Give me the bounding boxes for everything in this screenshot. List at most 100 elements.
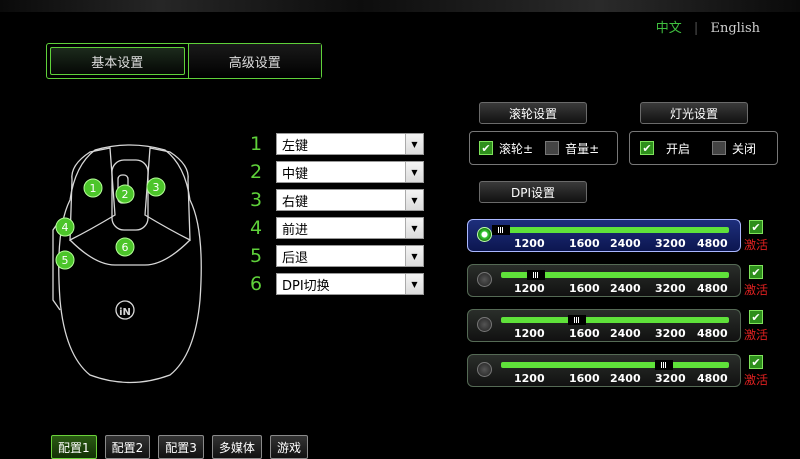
light-options: ✔ 开启 关闭	[629, 131, 778, 165]
dpi-slider-track[interactable]	[501, 317, 729, 323]
marker-5[interactable]: 5	[55, 250, 75, 270]
dpi-tick-label: 1600	[569, 237, 600, 250]
dpi-slider-track[interactable]	[501, 362, 729, 368]
scroll-wheel-checkbox[interactable]: ✔	[479, 141, 493, 155]
marker-6-label: 6	[122, 241, 129, 254]
scroll-wheel-label: 滚轮±	[499, 141, 534, 156]
lang-english-link[interactable]: English	[710, 21, 760, 36]
dpi-activate-label: 激活	[744, 328, 769, 342]
key-2-value: 中键	[282, 166, 309, 182]
key-1-select[interactable]: 左键 ▼	[276, 133, 424, 155]
key-4-select[interactable]: 前进 ▼	[276, 217, 424, 239]
tab-basic-settings[interactable]: 基本设置	[50, 47, 185, 75]
dpi-activate-2: ✔ 激活	[744, 265, 768, 298]
light-on-label: 开启	[666, 141, 691, 156]
profile-tab-multimedia[interactable]: 多媒体	[211, 435, 262, 459]
marker-4-label: 4	[62, 221, 69, 234]
header-banner	[0, 0, 800, 12]
dpi-radio-3[interactable]	[477, 317, 492, 332]
dpi-activate-3: ✔ 激活	[744, 310, 768, 343]
dropdown-arrow-icon[interactable]: ▼	[405, 134, 423, 154]
light-off-checkbox[interactable]	[712, 141, 727, 155]
dpi-radio-2[interactable]	[477, 272, 492, 287]
key-number: 5	[250, 245, 263, 267]
dpi-activate-checkbox[interactable]: ✔	[749, 265, 763, 279]
dropdown-arrow-icon[interactable]: ▼	[405, 246, 423, 266]
key-5-select[interactable]: 后退 ▼	[276, 245, 424, 267]
profile-tab-2[interactable]: 配置2	[104, 435, 151, 459]
mouse-diagram: iN 1 2 3 4 5 6	[52, 144, 202, 384]
marker-4[interactable]: 4	[55, 217, 75, 237]
dpi-activate-4: ✔ 激活	[744, 355, 768, 388]
profile-tab-1[interactable]: 配置1	[51, 435, 97, 459]
dropdown-arrow-icon[interactable]: ▼	[405, 218, 423, 238]
key-row-6: 6 DPI切换 ▼	[250, 273, 424, 295]
dpi-tick-label: 4800	[697, 282, 728, 295]
dpi-tick-label: 4800	[697, 372, 728, 385]
key-row-1: 1 左键 ▼	[250, 133, 424, 155]
dpi-slider-thumb[interactable]	[527, 270, 545, 280]
key-number: 3	[250, 189, 263, 211]
key-3-value: 右键	[282, 194, 309, 210]
dpi-tick-label: 1200	[514, 372, 545, 385]
dpi-activate-label: 激活	[744, 238, 769, 252]
dpi-row-1[interactable]: 1200 1600 2400 3200 4800	[467, 219, 741, 252]
dpi-slider-track[interactable]	[501, 227, 729, 233]
dpi-activate-checkbox[interactable]: ✔	[749, 310, 763, 324]
key-3-select[interactable]: 右键 ▼	[276, 189, 424, 211]
lang-chinese-link[interactable]: 中文	[656, 21, 682, 36]
dpi-activate-checkbox[interactable]: ✔	[749, 220, 763, 234]
dpi-tick-label: 2400	[610, 282, 641, 295]
key-2-select[interactable]: 中键 ▼	[276, 161, 424, 183]
dropdown-arrow-icon[interactable]: ▼	[405, 274, 423, 294]
svg-text:iN: iN	[119, 307, 131, 318]
dpi-tick-label: 3200	[655, 327, 686, 340]
marker-1[interactable]: 1	[83, 178, 103, 198]
dpi-activate-label: 激活	[744, 373, 769, 387]
key-number: 4	[250, 217, 263, 239]
key-4-value: 前进	[282, 222, 309, 238]
scroll-settings-header: 滚轮设置	[479, 102, 587, 124]
lang-separator: |	[693, 21, 699, 36]
volume-label: 音量±	[565, 141, 600, 156]
profile-tabs: 配置1 配置2 配置3 多媒体 游戏	[51, 435, 308, 459]
profile-tab-3[interactable]: 配置3	[158, 435, 204, 459]
dpi-settings-header: DPI设置	[479, 181, 587, 203]
dpi-tick-label: 3200	[655, 282, 686, 295]
dpi-tick-label: 1600	[569, 372, 600, 385]
dropdown-arrow-icon[interactable]: ▼	[405, 190, 423, 210]
key-row-2: 2 中键 ▼	[250, 161, 424, 183]
dpi-radio-1[interactable]	[477, 227, 492, 242]
marker-3[interactable]: 3	[146, 177, 166, 197]
marker-6[interactable]: 6	[115, 237, 135, 257]
scroll-options: ✔ 滚轮± 音量±	[469, 131, 618, 165]
light-on-checkbox[interactable]: ✔	[640, 141, 654, 155]
dpi-slider-thumb[interactable]	[568, 315, 586, 325]
dpi-tick-label: 1600	[569, 282, 600, 295]
dpi-row-2[interactable]: 1200 1600 2400 3200 4800	[467, 264, 741, 297]
key-number: 6	[250, 273, 263, 295]
key-row-5: 5 后退 ▼	[250, 245, 424, 267]
key-number: 1	[250, 133, 263, 155]
dpi-tick-label: 4800	[697, 237, 728, 250]
dpi-radio-4[interactable]	[477, 362, 492, 377]
marker-2[interactable]: 2	[115, 184, 135, 204]
key-6-value: DPI切换	[282, 278, 330, 294]
dropdown-arrow-icon[interactable]: ▼	[405, 162, 423, 182]
volume-checkbox[interactable]	[545, 141, 560, 155]
dpi-tick-label: 1200	[514, 237, 545, 250]
light-settings-header: 灯光设置	[640, 102, 748, 124]
settings-tabs: 基本设置 高级设置	[46, 43, 322, 79]
light-off-label: 关闭	[732, 141, 757, 156]
dpi-row-4[interactable]: 1200 1600 2400 3200 4800	[467, 354, 741, 387]
tab-advanced-settings[interactable]: 高级设置	[187, 44, 321, 78]
dpi-slider-thumb[interactable]	[655, 360, 673, 370]
dpi-row-3[interactable]: 1200 1600 2400 3200 4800	[467, 309, 741, 342]
dpi-tick-label: 1600	[569, 327, 600, 340]
dpi-slider-thumb[interactable]	[492, 225, 510, 235]
profile-tab-game[interactable]: 游戏	[269, 435, 308, 459]
key-5-value: 后退	[282, 250, 309, 266]
marker-5-label: 5	[62, 254, 69, 267]
key-6-select[interactable]: DPI切换 ▼	[276, 273, 424, 295]
dpi-activate-checkbox[interactable]: ✔	[749, 355, 763, 369]
